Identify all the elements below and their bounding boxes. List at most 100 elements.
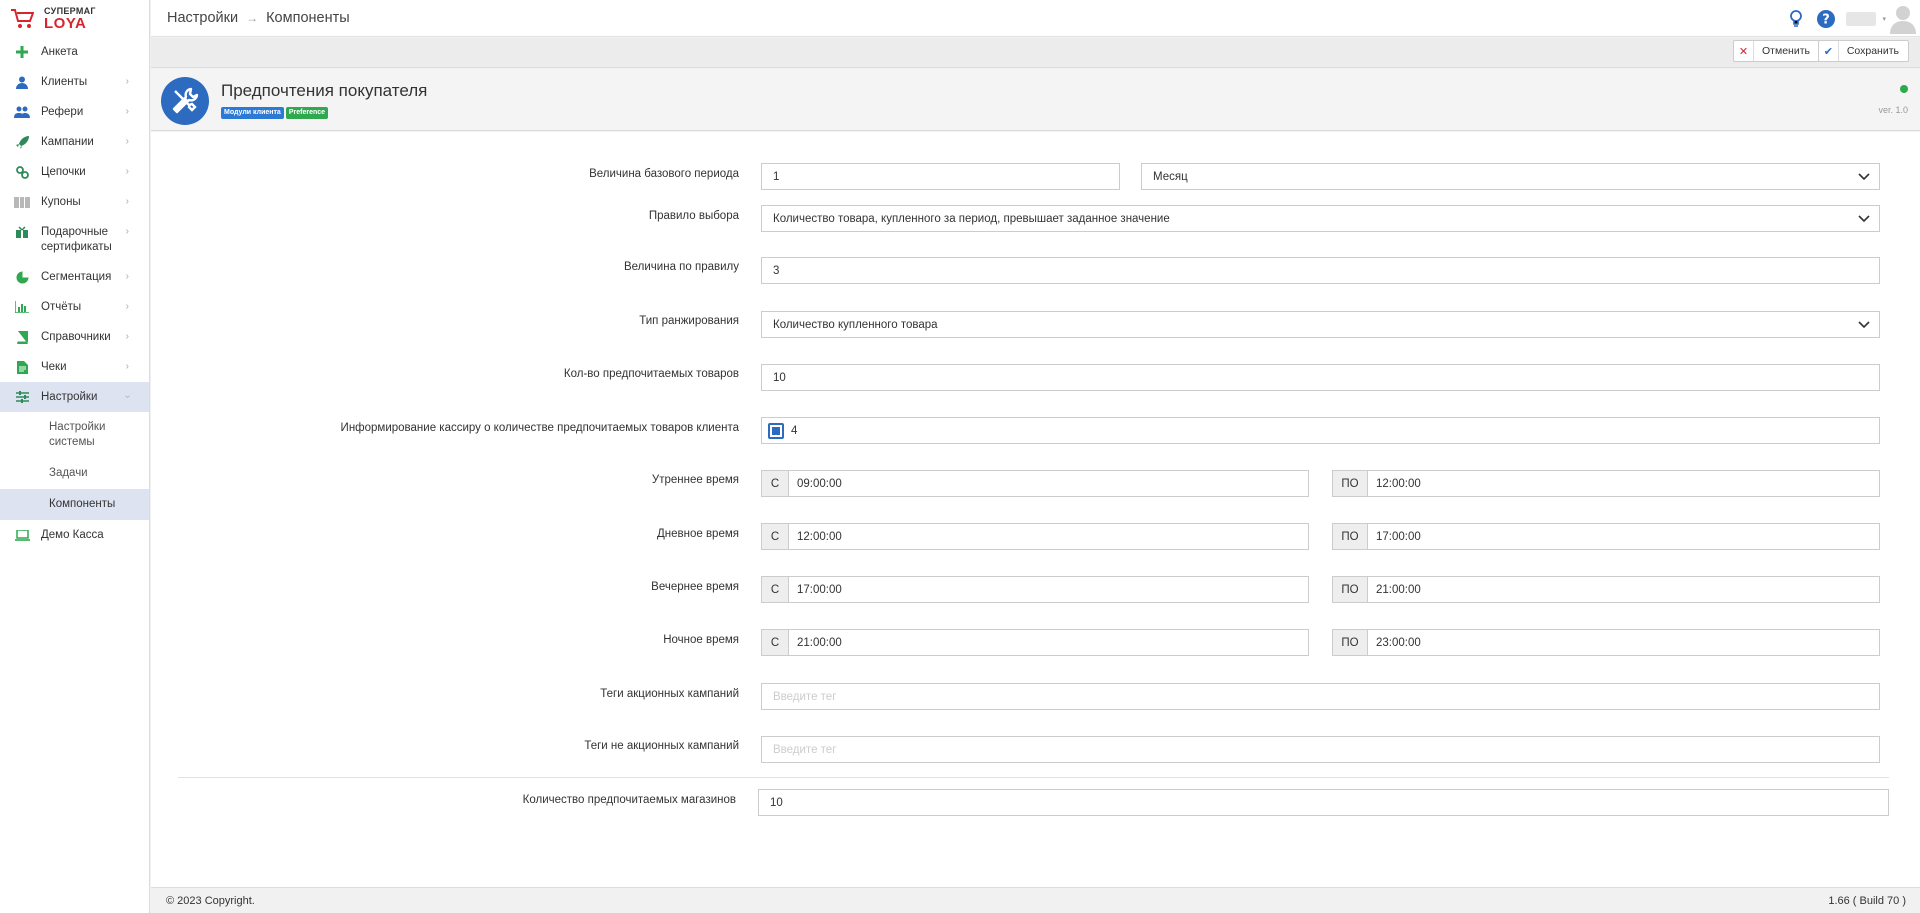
action-bar: ✕ Отменить ✔ Сохранить xyxy=(151,38,1920,68)
logo[interactable]: СУПЕРМАГ LOYA xyxy=(0,0,149,37)
sidebar-item-reports[interactable]: Отчёты › xyxy=(0,292,149,322)
sliders-icon xyxy=(14,389,30,405)
ranking-select[interactable]: Количество купленного товара xyxy=(761,311,1880,338)
sidebar-item-coupons[interactable]: Купоны › xyxy=(0,187,149,217)
top-bar: Настройки → Компоненты ? ▾ xyxy=(151,0,1920,37)
sidebar-item-settings[interactable]: Настройки › xyxy=(0,382,149,412)
evening-to-input[interactable]: 21:00:00 xyxy=(1368,577,1879,602)
sidebar-menu: Анкета Клиенты › Рефери › Кампании › Цеп… xyxy=(0,37,149,550)
username[interactable] xyxy=(1846,11,1877,26)
morning-to-group: ПО 12:00:00 xyxy=(1332,470,1880,497)
chevron-right-icon: › xyxy=(125,196,129,207)
sidebar-item-campaigns[interactable]: Кампании › xyxy=(0,127,149,157)
cashier-info-value[interactable]: 4 xyxy=(791,425,797,437)
pref-stores-label: Количество предпочитаемых магазинов xyxy=(522,794,736,806)
sidebar: СУПЕРМАГ LOYA Анкета Клиенты › Рефери › … xyxy=(0,0,150,913)
gift-icon xyxy=(14,224,30,240)
user-icon xyxy=(14,74,30,90)
night-time-label: Ночное время xyxy=(663,634,739,646)
sidebar-item-label: Подарочные сертификаты xyxy=(41,226,112,253)
sidebar-item-label: Цепочки xyxy=(41,166,86,178)
cancel-button[interactable]: ✕ Отменить xyxy=(1733,40,1820,62)
to-addon: ПО xyxy=(1333,630,1368,655)
sidebar-item-receipts[interactable]: Чеки › xyxy=(0,352,149,382)
night-from-group: С 21:00:00 xyxy=(761,629,1309,656)
lightbulb-icon[interactable] xyxy=(1786,9,1806,29)
to-addon: ПО xyxy=(1333,524,1368,549)
day-to-group: ПО 17:00:00 xyxy=(1332,523,1880,550)
rocket-icon xyxy=(14,134,30,150)
save-button[interactable]: ✔ Сохранить xyxy=(1817,40,1909,62)
main-form: Величина базового периода 1 Месяц Правил… xyxy=(151,132,1920,887)
day-to-input[interactable]: 17:00:00 xyxy=(1368,524,1879,549)
breadcrumb-item-settings[interactable]: Настройки xyxy=(167,10,238,26)
chevron-right-icon: › xyxy=(125,76,129,87)
tools-icon xyxy=(161,77,209,125)
chevron-right-icon: › xyxy=(125,136,129,147)
base-period-input[interactable]: 1 xyxy=(761,163,1120,190)
footer: © 2023 Copyright. 1.66 ( Build 70 ) xyxy=(151,887,1920,913)
pie-chart-icon xyxy=(14,269,30,285)
divider xyxy=(178,777,1889,778)
sidebar-item-referrals[interactable]: Рефери › xyxy=(0,97,149,127)
day-time-label: Дневное время xyxy=(656,528,739,540)
morning-from-input[interactable]: 09:00:00 xyxy=(789,471,1308,496)
sidebar-item-directories[interactable]: Справочники › xyxy=(0,322,149,352)
chain-icon xyxy=(14,164,30,180)
sidebar-item-label: Клиенты xyxy=(41,76,88,88)
logo-line2: LOYA xyxy=(44,14,87,32)
rule-value-label: Величина по правилу xyxy=(623,261,739,273)
nonpromo-tags-label: Теги не акционных кампаний xyxy=(584,740,739,752)
sidebar-subitem-components[interactable]: Компоненты xyxy=(0,489,149,520)
day-from-input[interactable]: 12:00:00 xyxy=(789,524,1308,549)
nonpromo-tags-input[interactable]: Введите тег xyxy=(761,736,1880,763)
sidebar-item-anketa[interactable]: Анкета xyxy=(0,37,149,67)
pref-stores-input[interactable]: 10 xyxy=(758,789,1889,816)
sidebar-item-label: Анкета xyxy=(41,46,78,58)
save-button-label: Сохранить xyxy=(1846,45,1899,57)
sidebar-item-label: Отчёты xyxy=(41,301,82,313)
sidebar-item-chains[interactable]: Цепочки › xyxy=(0,157,149,187)
promo-tags-input[interactable]: Введите тег xyxy=(761,683,1880,710)
breadcrumb: Настройки → Компоненты xyxy=(167,10,350,26)
pref-count-input[interactable]: 10 xyxy=(761,364,1880,391)
sidebar-item-label: Кампании xyxy=(41,136,94,148)
chevron-right-icon: › xyxy=(125,106,129,117)
night-from-input[interactable]: 21:00:00 xyxy=(789,630,1308,655)
check-icon: ✔ xyxy=(1819,41,1839,61)
from-addon: С xyxy=(762,577,789,602)
badges: Модули клиента Preference xyxy=(221,107,329,119)
help-icon[interactable]: ? xyxy=(1816,9,1836,29)
sidebar-item-segmentation[interactable]: Сегментация › xyxy=(0,262,149,292)
chevron-right-icon: › xyxy=(125,361,129,372)
chevron-down-icon: › xyxy=(121,394,133,399)
pref-count-label: Кол-во предпочитаемых товаров xyxy=(563,368,739,380)
sidebar-subitem-tasks[interactable]: Задачи xyxy=(0,458,149,489)
avatar[interactable] xyxy=(1890,4,1916,34)
rule-select[interactable]: Количество товара, купленного за период,… xyxy=(761,205,1880,232)
from-addon: С xyxy=(762,524,789,549)
morning-from-group: С 09:00:00 xyxy=(761,470,1309,497)
chevron-down-icon[interactable]: ▾ xyxy=(1882,15,1886,23)
ranking-label: Тип ранжирования xyxy=(639,315,739,327)
sidebar-item-gift-certificates[interactable]: Подарочные сертификаты › xyxy=(0,217,149,262)
evening-from-input[interactable]: 17:00:00 xyxy=(789,577,1308,602)
cashier-info-checkbox[interactable] xyxy=(768,422,784,439)
svg-text:?: ? xyxy=(1823,12,1831,27)
morning-to-input[interactable]: 12:00:00 xyxy=(1368,471,1879,496)
to-addon: ПО xyxy=(1333,577,1368,602)
chevron-down-icon xyxy=(1858,173,1870,181)
rule-value-input[interactable]: 3 xyxy=(761,257,1880,284)
cashier-info-label: Информирование кассиру о количестве пред… xyxy=(340,422,739,434)
barcode-icon xyxy=(14,194,30,210)
chevron-right-icon: › xyxy=(125,331,129,342)
sidebar-item-clients[interactable]: Клиенты › xyxy=(0,67,149,97)
night-to-input[interactable]: 23:00:00 xyxy=(1368,630,1879,655)
sidebar-item-label: Чеки xyxy=(41,361,67,373)
period-unit-value: Месяц xyxy=(1153,170,1188,183)
sidebar-item-demo-cash[interactable]: Демо Касса xyxy=(0,520,149,550)
rule-value: Количество товара, купленного за период,… xyxy=(773,212,1170,225)
sidebar-subitem-system-settings[interactable]: Настройки системы xyxy=(0,412,149,458)
period-unit-select[interactable]: Месяц xyxy=(1141,163,1880,190)
chevron-right-icon: › xyxy=(125,301,129,312)
